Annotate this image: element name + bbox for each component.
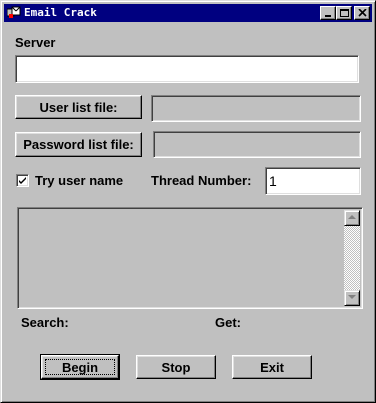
stop-button[interactable]: Stop: [136, 355, 216, 379]
password-list-file-input[interactable]: [157, 134, 357, 155]
server-field[interactable]: [15, 55, 359, 83]
minimize-button[interactable]: [320, 6, 336, 20]
title-bar[interactable]: Email Crack: [4, 4, 372, 22]
email-crack-window: Email Crack Server User list file: Passw…: [0, 0, 376, 403]
window-title: Email Crack: [24, 6, 97, 19]
close-icon: [358, 9, 367, 17]
password-list-file-field[interactable]: [153, 131, 361, 158]
close-button[interactable]: [354, 6, 370, 20]
server-label: Server: [15, 35, 56, 50]
try-user-name-label[interactable]: Try user name: [35, 173, 123, 189]
server-input[interactable]: [19, 58, 355, 80]
vertical-scrollbar[interactable]: [344, 210, 360, 306]
user-list-file-input[interactable]: [155, 98, 357, 119]
output-textarea[interactable]: [17, 207, 363, 309]
app-icon: [6, 6, 21, 19]
arrow-up-icon: [348, 215, 356, 219]
exit-button[interactable]: Exit: [232, 355, 312, 379]
user-list-file-button[interactable]: User list file:: [15, 95, 142, 119]
scroll-down-button[interactable]: [344, 290, 360, 306]
try-user-name-checkbox[interactable]: [16, 174, 29, 187]
scroll-up-button[interactable]: [344, 210, 360, 226]
thread-number-label: Thread Number:: [151, 173, 252, 188]
maximize-icon: [340, 9, 349, 17]
search-label: Search:: [21, 315, 69, 330]
begin-button[interactable]: Begin: [40, 354, 120, 380]
thread-number-input[interactable]: [269, 170, 357, 192]
user-list-file-field[interactable]: [151, 95, 361, 122]
checkmark-icon: [19, 177, 26, 184]
focus-rectangle: [45, 359, 115, 375]
get-label: Get:: [215, 315, 241, 330]
password-list-file-button[interactable]: Password list file:: [15, 132, 142, 157]
maximize-button[interactable]: [336, 6, 352, 20]
arrow-down-icon: [348, 295, 356, 299]
minimize-icon: [325, 15, 331, 17]
thread-number-field[interactable]: [265, 167, 361, 195]
